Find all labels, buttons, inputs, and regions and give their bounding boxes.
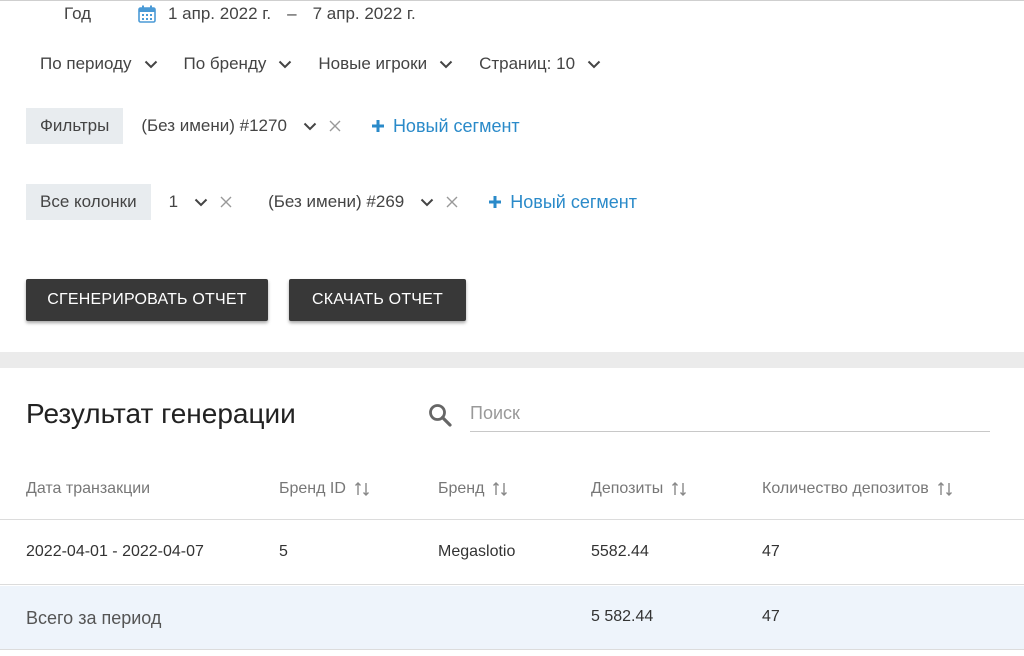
columns-new-segment-label: Новый сегмент [510, 191, 637, 212]
columns-row: Все колонки 1 (Без имени) #269 Новый сег… [26, 184, 637, 220]
sort-icon[interactable] [937, 481, 953, 497]
total-deposit-count: 47 [762, 608, 780, 625]
players-dropdown-label: Новые игроки [318, 54, 428, 73]
filters-row: Фильтры (Без имени) #1270 Новый сегмент [26, 108, 520, 144]
column-header-brand-id[interactable]: Бренд ID [279, 480, 370, 498]
result-title: Результат генерации [26, 398, 296, 429]
brand-dropdown-label: По бренду [183, 54, 267, 73]
generate-report-button[interactable]: СГЕНЕРИРОВАТЬ ОТЧЕТ [26, 279, 268, 321]
period-label: Год [64, 4, 92, 23]
table-row: 2022-04-01 - 2022-04-07 5 Megaslotio 558… [0, 521, 1024, 585]
cell-brand-id: 5 [279, 543, 288, 560]
column-header-brand[interactable]: Бренд [438, 480, 508, 498]
period-dropdown-label: По периоду [40, 54, 132, 73]
close-icon[interactable] [220, 196, 232, 208]
grouping-dropdowns: По периоду По бренду Новые игроки Страни… [40, 51, 627, 77]
pages-dropdown[interactable]: Страниц: 10 [479, 54, 601, 74]
total-label: Всего за период [26, 608, 162, 628]
cell-date: 2022-04-01 - 2022-04-07 [26, 543, 204, 560]
columns-new-segment-button[interactable]: Новый сегмент [488, 192, 637, 213]
plus-icon [489, 196, 502, 208]
brand-dropdown[interactable]: По бренду [184, 54, 293, 74]
cell-brand: Megaslotio [438, 543, 516, 560]
chevron-down-icon[interactable] [420, 198, 434, 207]
filters-new-segment-label: Новый сегмент [392, 115, 520, 136]
chevron-down-icon [439, 60, 453, 68]
search-input[interactable] [470, 396, 990, 432]
chevron-down-icon [144, 60, 157, 68]
date-end[interactable]: 7 апр. 2022 г. [313, 4, 416, 24]
cell-deposits: 5582.44 [591, 543, 649, 560]
filter-segment-name: (Без имени) #1270 [141, 116, 287, 135]
column-header-deposit-count[interactable]: Количество депозитов [762, 480, 953, 498]
chevron-down-icon [279, 60, 292, 68]
table-header: Дата транзакции Бренд ID Бренд Депозиты … [0, 468, 1024, 520]
chevron-down-icon [587, 60, 601, 68]
total-row: Всего за период 5 582.44 47 [0, 586, 1024, 650]
date-range-row: Год 1 апр. 2022 г. – 7 апр. 2022 г. [64, 3, 416, 25]
close-icon[interactable] [446, 196, 458, 208]
calendar-icon[interactable] [138, 5, 156, 23]
filters-label: Фильтры [26, 108, 124, 144]
search-icon [429, 404, 452, 427]
column-header-deposits[interactable]: Депозиты [591, 480, 687, 498]
sort-icon[interactable] [671, 481, 687, 497]
close-icon[interactable] [329, 120, 341, 132]
cell-deposit-count: 47 [762, 543, 780, 560]
filters-new-segment-button[interactable]: Новый сегмент [371, 116, 520, 137]
columns-value-select[interactable]: 1 [169, 192, 232, 212]
plus-icon [371, 120, 384, 132]
date-separator: – [287, 4, 297, 23]
columns-label: Все колонки [26, 184, 151, 220]
chevron-down-icon[interactable] [194, 198, 208, 207]
report-settings-panel: Год 1 апр. 2022 г. – 7 апр. 2022 г. По п… [0, 0, 1024, 352]
filter-segment-select[interactable]: (Без имени) #1270 [141, 116, 341, 136]
columns-segment-select[interactable]: (Без имени) #269 [268, 192, 458, 212]
result-panel: Результат генерации Дата транзакции Брен… [0, 368, 1024, 656]
columns-segment-name: (Без имени) #269 [268, 192, 405, 211]
chevron-down-icon[interactable] [303, 122, 317, 131]
pages-dropdown-label: Страниц: 10 [479, 54, 576, 73]
sort-icon[interactable] [492, 481, 508, 497]
period-dropdown[interactable]: По периоду [40, 54, 158, 74]
players-dropdown[interactable]: Новые игроки [318, 54, 453, 74]
column-header-date: Дата транзакции [26, 480, 151, 497]
columns-value: 1 [168, 192, 179, 211]
total-deposits: 5 582.44 [591, 608, 654, 625]
download-report-button[interactable]: СКАЧАТЬ ОТЧЕТ [289, 279, 466, 321]
date-start[interactable]: 1 апр. 2022 г. [168, 4, 271, 24]
sort-icon[interactable] [354, 481, 370, 497]
